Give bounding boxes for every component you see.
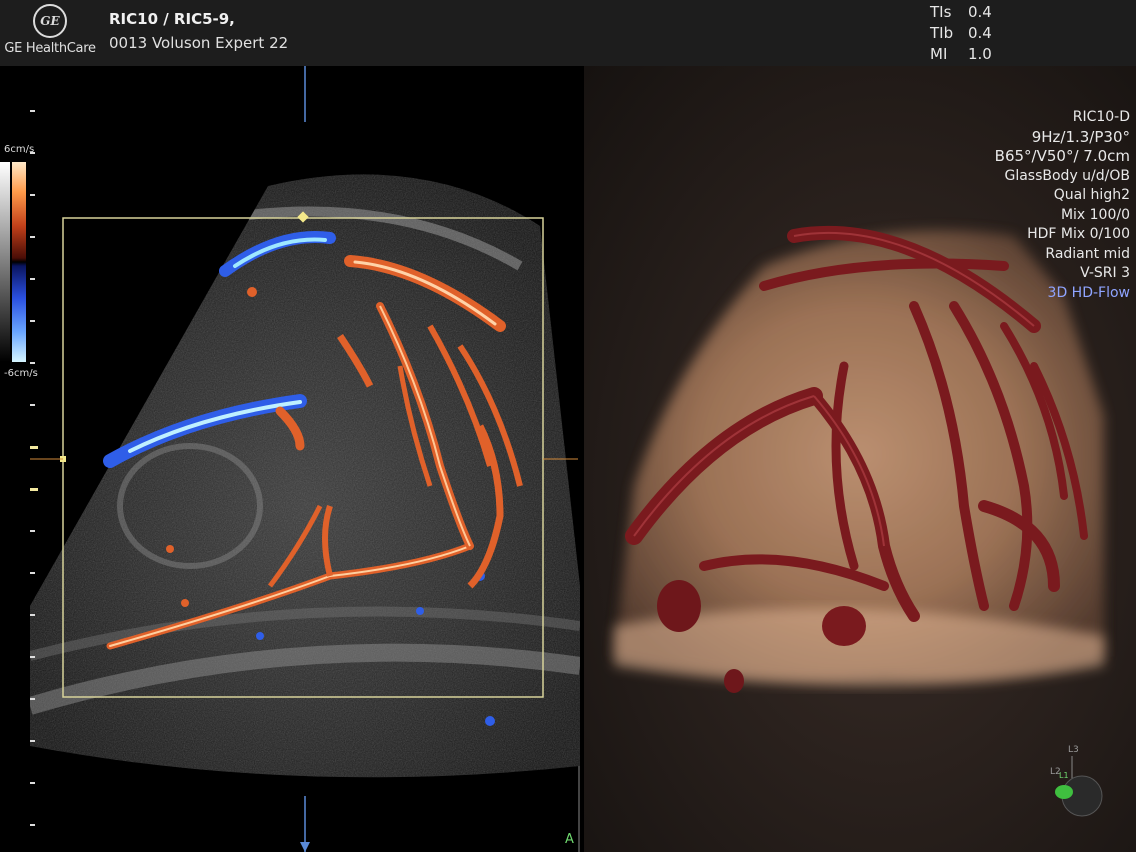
orientation-cube-icon[interactable]: L3 L2 L1 — [1050, 740, 1110, 820]
depth-tick — [30, 194, 35, 196]
ge-logo: GE GE HealthCare — [0, 4, 100, 56]
param-mode-3d-hd-flow: 3D HD-Flow — [1047, 284, 1130, 301]
focus-marker — [30, 488, 38, 491]
color-doppler-view[interactable]: 6cm/s -6cm/s — [0, 66, 584, 852]
header-bar: GE GE HealthCare RIC10 / RIC5-9, 0013 Vo… — [0, 0, 1136, 66]
param-line: RIC10-D — [1072, 109, 1130, 125]
depth-tick — [30, 110, 35, 112]
depth-tick — [30, 824, 35, 826]
depth-tick — [30, 278, 35, 280]
param-line: Qual high2 — [1053, 187, 1130, 203]
param-line: 9Hz/1.3/P30° — [1031, 127, 1130, 146]
param-line: Radiant mid — [1045, 245, 1130, 262]
ge-logo-icon: GE — [33, 4, 67, 38]
depth-tick — [30, 152, 35, 154]
acoustic-label: TIs — [930, 3, 952, 21]
depth-tick — [30, 362, 35, 364]
acoustic-label: MI — [930, 45, 948, 63]
3d-render-view[interactable]: RIC10-D 9Hz/1.3/P30° B65°/V50°/ 7.0cm Gl… — [584, 66, 1136, 852]
depth-tick — [30, 404, 35, 406]
depth-tick — [30, 698, 35, 700]
acoustic-row-mi: MI 1.0 — [930, 44, 1002, 65]
param-line: HDF Mix 0/100 — [1027, 226, 1130, 242]
grayscale-bar — [0, 162, 10, 362]
acoustic-value: 0.4 — [968, 3, 992, 21]
acoustic-indices: TIs 0.4 TIb 0.4 MI 1.0 — [930, 2, 1002, 65]
brand-name: GE HealthCare — [4, 41, 96, 56]
depth-tick — [30, 656, 35, 658]
depth-tick — [30, 530, 35, 532]
depth-tick — [30, 740, 35, 742]
depth-tick — [30, 782, 35, 784]
velocity-scale-min: -6cm/s — [4, 368, 38, 379]
acoustic-value: 0.4 — [968, 24, 992, 42]
param-line: Mix 100/0 — [1060, 206, 1130, 223]
orientation-label-top: L3 — [1068, 745, 1079, 755]
focus-marker — [30, 446, 38, 449]
acquisition-parameters: RIC10-D 9Hz/1.3/P30° B65°/V50°/ 7.0cm Gl… — [995, 108, 1130, 303]
view-label-a[interactable]: A — [565, 832, 574, 847]
depth-tick — [30, 320, 35, 322]
panel-divider — [578, 766, 580, 852]
acoustic-label: TIb — [930, 24, 954, 42]
ultrasound-sector-image — [30, 66, 580, 852]
param-line: GlassBody u/d/OB — [1004, 167, 1130, 184]
depth-tick — [30, 614, 35, 616]
velocity-color-bar — [12, 162, 26, 362]
acoustic-row-tis: TIs 0.4 — [930, 2, 1002, 23]
acoustic-row-tib: TIb 0.4 — [930, 23, 1002, 44]
acoustic-value: 1.0 — [968, 45, 992, 63]
depth-tick — [30, 236, 35, 238]
param-line: V-SRI 3 — [1080, 265, 1130, 281]
param-line: B65°/V50°/ 7.0cm — [994, 147, 1130, 165]
probe-name: RIC10 / RIC5-9, — [109, 10, 235, 28]
orientation-label-center: L1 — [1059, 771, 1069, 780]
device-name: 0013 Voluson Expert 22 — [109, 34, 289, 52]
depth-tick — [30, 572, 35, 574]
